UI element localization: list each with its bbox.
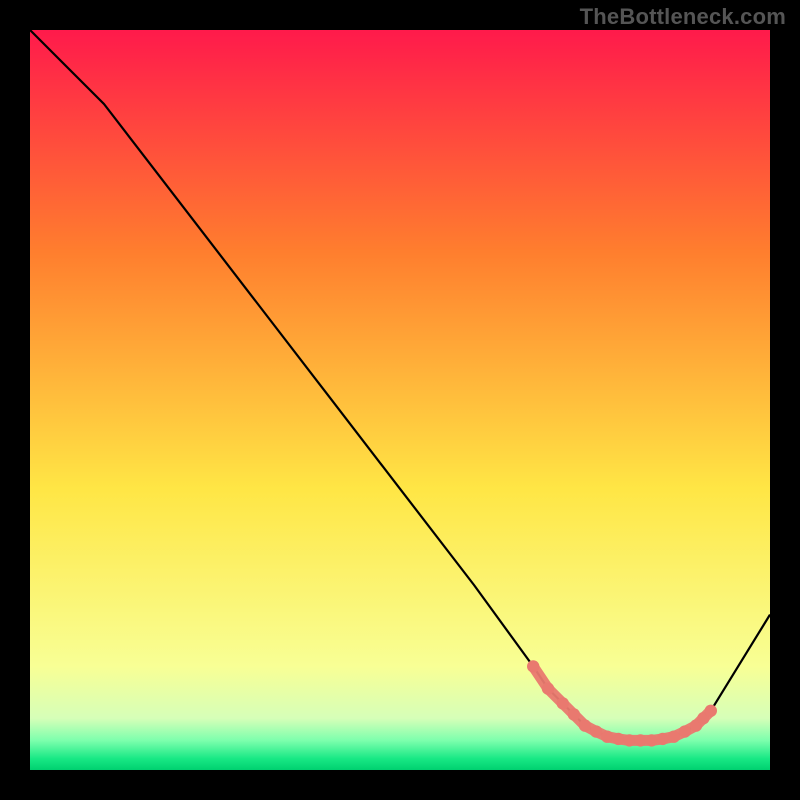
marker: [590, 725, 602, 737]
marker: [645, 734, 657, 746]
marker: [601, 731, 613, 743]
marker: [612, 733, 624, 745]
marker: [623, 734, 635, 746]
marker: [668, 731, 680, 743]
marker: [657, 733, 669, 745]
chart-frame: TheBottleneck.com: [0, 0, 800, 800]
marker: [568, 708, 580, 720]
marker: [542, 682, 554, 694]
marker: [527, 660, 539, 672]
marker: [579, 719, 591, 731]
marker: [679, 725, 691, 737]
marker: [634, 734, 646, 746]
gradient-backdrop: [30, 30, 770, 770]
watermark-text: TheBottleneck.com: [580, 4, 786, 30]
plot-area: [30, 30, 770, 770]
marker: [705, 705, 717, 717]
marker: [557, 697, 569, 709]
plot-svg: [30, 30, 770, 770]
